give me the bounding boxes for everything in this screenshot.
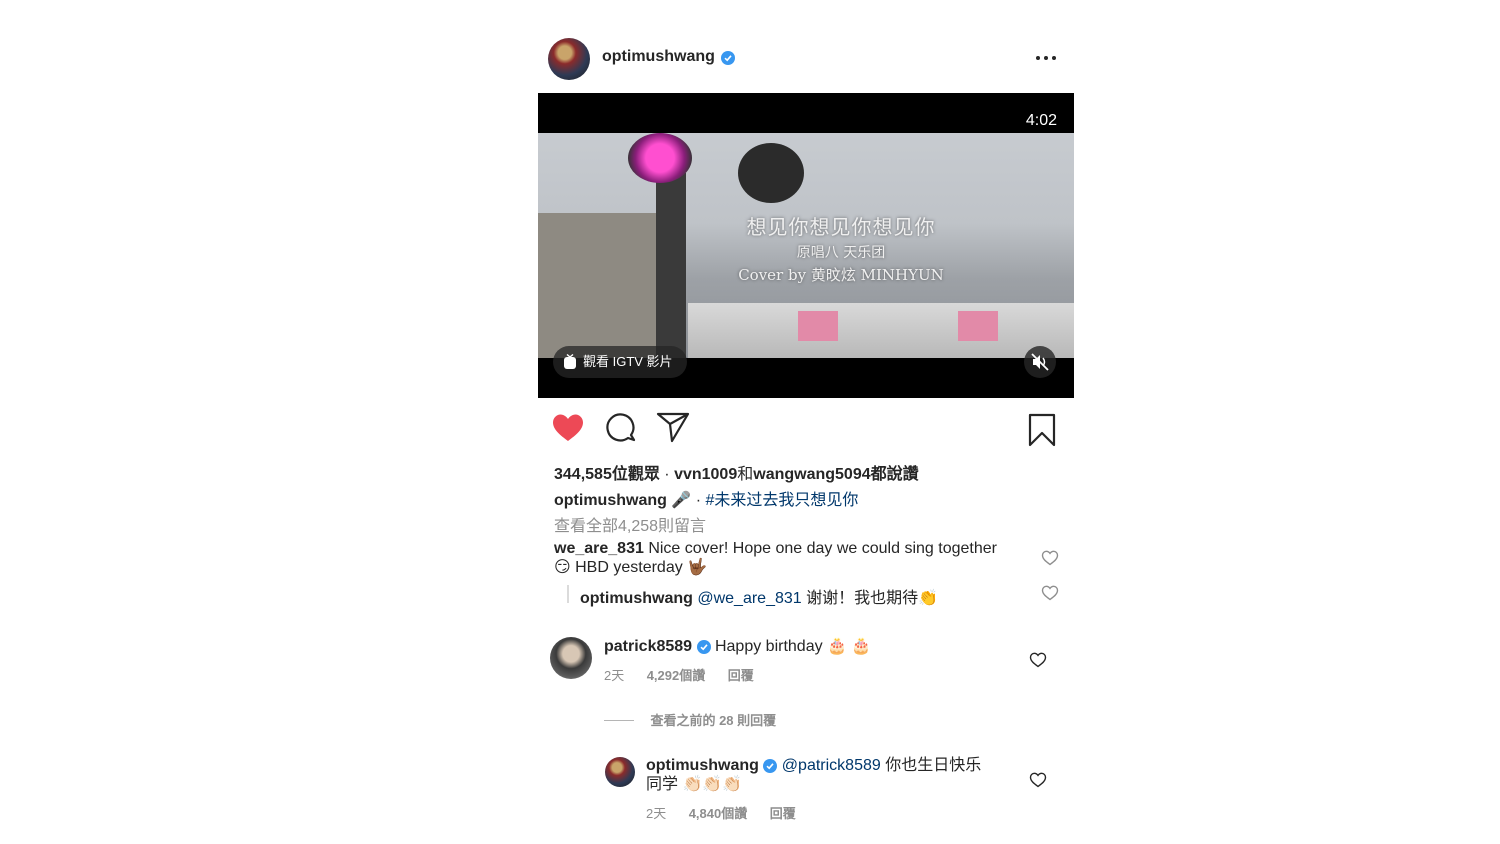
reply-text-line2: 同学 👏🏻👏🏻👏🏻: [646, 776, 743, 793]
video-subtitle: 想见你想见你想见你 原唱八 天乐团 Cover by 黄旼炫 MINHYUN: [538, 211, 1074, 285]
mute-toggle-button[interactable]: [1024, 346, 1056, 378]
verified-badge-icon: [763, 758, 778, 773]
author-avatar[interactable]: [548, 38, 590, 80]
comment-username[interactable]: we_are_831: [554, 540, 644, 557]
comment-likes[interactable]: 4,292個讚: [647, 668, 706, 683]
speaker-muted-icon: [1031, 353, 1049, 371]
comment-like-heart-icon[interactable]: [1041, 549, 1059, 567]
video-subtitle-line1: 想见你想见你想见你: [746, 215, 936, 239]
preview-reply: optimushwang @we_are_831 谢谢！我也期待👏: [580, 584, 938, 608]
replies-divider-line: [604, 720, 634, 722]
post-caption: optimushwang 🎤 · #未来过去我只想见你: [554, 486, 858, 510]
reply-indent-bar: [567, 585, 569, 603]
reply-username[interactable]: optimushwang: [580, 590, 693, 607]
caption-username[interactable]: optimushwang: [554, 492, 667, 509]
view-all-comments-link[interactable]: 查看全部4,258則留言: [554, 512, 706, 536]
comment-text: Nice cover! Hope one day we could sing t…: [648, 540, 997, 557]
share-icon[interactable]: [655, 410, 691, 446]
microphone-emoji: 🎤: [671, 492, 692, 509]
liked-by-user2[interactable]: wangwang5094: [753, 466, 870, 483]
commenter-avatar[interactable]: [550, 637, 592, 679]
reply-author-avatar[interactable]: [605, 757, 635, 787]
bookmark-icon[interactable]: [1024, 412, 1060, 448]
preview-comment: we_are_831 Nice cover! Hope one day we c…: [554, 539, 997, 577]
post-action-bar: [538, 410, 1074, 450]
comment-reply-button[interactable]: 回覆: [728, 668, 754, 683]
comment-text-line2: 😏 HBD yesterday 🤟🏾: [554, 559, 708, 576]
liked-by-separator: ·: [659, 466, 675, 483]
verified-badge-icon: [721, 51, 735, 65]
reply-text-line1: 你也生日快乐: [885, 757, 982, 774]
caption-dot: ·: [691, 492, 706, 509]
video-subtitle-line3: Cover by 黄旼炫 MINHYUN: [738, 266, 944, 284]
reply-text: 谢谢！我也期待👏: [806, 590, 939, 607]
igtv-icon: [564, 354, 576, 369]
comment-icon[interactable]: [603, 410, 639, 446]
post-header: optimushwang: [538, 36, 1074, 80]
author-username[interactable]: optimushwang: [602, 48, 715, 66]
comment-text: Happy birthday 🎂 🎂: [714, 638, 872, 655]
liked-by-suffix[interactable]: 都說讚: [871, 466, 919, 483]
watch-igtv-button[interactable]: 觀看 IGTV 影片: [553, 346, 687, 378]
comment-body: patrick8589 Happy birthday 🎂 🎂: [604, 636, 871, 656]
liked-by-user1[interactable]: vvn1009: [674, 466, 737, 483]
instagram-post: optimushwang 想见你想见你想见你 原唱八 天乐团 Cover by …: [538, 0, 1074, 844]
view-previous-replies-label[interactable]: 查看之前的 28 則回覆: [650, 713, 776, 728]
reply-likes[interactable]: 4,840個讚: [689, 806, 748, 821]
more-options-icon[interactable]: [1034, 46, 1058, 70]
views-likes-line: 344,585位觀眾 · vvn1009和wangwang5094都說讚: [554, 460, 919, 484]
reply-body: optimushwang @patrick8589 你也生日快乐 同学 👏🏻👏🏻…: [646, 756, 981, 794]
reply-reply-button[interactable]: 回覆: [770, 806, 796, 821]
heart-filled-icon[interactable]: [550, 410, 586, 446]
view-previous-replies[interactable]: 查看之前的 28 則回覆: [604, 710, 776, 730]
view-count[interactable]: 344,585位觀眾: [554, 466, 660, 483]
caption-hashtag[interactable]: #未来过去我只想见你: [705, 492, 858, 509]
reply-mention[interactable]: @we_are_831: [697, 590, 801, 607]
reply-time[interactable]: 2天: [646, 806, 666, 821]
video-duration: 4:02: [1025, 112, 1057, 129]
video-subtitle-line2: 原唱八 天乐团: [796, 245, 886, 261]
watch-igtv-label: 觀看 IGTV 影片: [583, 354, 673, 369]
reply-like-heart-icon[interactable]: [1041, 584, 1059, 602]
reply-meta: 2天 4,840個讚 回覆: [646, 803, 796, 823]
reply-like-heart-icon[interactable]: [1029, 771, 1047, 789]
reply-mention[interactable]: @patrick8589: [782, 757, 881, 774]
liked-by-and: 和: [737, 466, 754, 483]
verified-badge-icon: [696, 639, 711, 654]
comment-like-heart-icon[interactable]: [1029, 651, 1047, 669]
commenter-username[interactable]: patrick8589: [604, 638, 692, 655]
reply-author-username[interactable]: optimushwang: [646, 757, 759, 774]
video-player[interactable]: 想见你想见你想见你 原唱八 天乐团 Cover by 黄旼炫 MINHYUN 4…: [538, 93, 1074, 398]
comment-meta: 2天 4,292個讚 回覆: [604, 665, 754, 685]
comment-time[interactable]: 2天: [604, 668, 624, 683]
